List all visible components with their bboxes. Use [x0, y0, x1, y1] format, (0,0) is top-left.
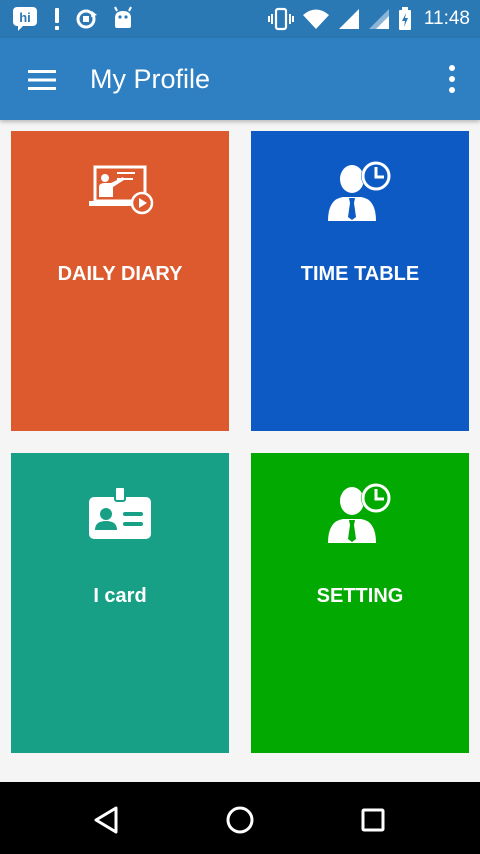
- signal-icon: [338, 9, 359, 29]
- back-icon[interactable]: [88, 802, 124, 838]
- clock: 11:48: [423, 8, 470, 29]
- app-bar: My Profile: [0, 38, 480, 120]
- hamburger-menu-icon[interactable]: [26, 66, 58, 94]
- teacher-presentation-icon: [89, 165, 154, 215]
- tile-time-table[interactable]: TIME TABLE: [251, 131, 469, 431]
- status-bar: hi 11:48: [0, 0, 480, 38]
- navigation-bar: [0, 782, 480, 854]
- android-icon: [114, 6, 132, 28]
- recents-icon[interactable]: [355, 802, 391, 838]
- wifi-icon: [302, 9, 329, 29]
- alert-icon: [55, 8, 59, 30]
- tile-setting[interactable]: SETTING: [251, 453, 469, 753]
- tile-daily-diary[interactable]: DAILY DIARY: [11, 131, 229, 431]
- person-clock-icon: [328, 161, 391, 221]
- person-clock-icon: [328, 483, 391, 543]
- signal-icon: [368, 9, 389, 29]
- battery-charging-icon: [398, 7, 411, 30]
- tile-label: DAILY DIARY: [57, 263, 183, 285]
- home-icon[interactable]: [222, 802, 258, 838]
- vibrate-icon: [267, 7, 294, 31]
- id-card-icon: [89, 486, 151, 539]
- svg-text:hi: hi: [19, 10, 31, 25]
- more-vertical-icon[interactable]: [444, 62, 460, 96]
- tile-i-card[interactable]: I card: [11, 453, 229, 753]
- tile-label: I card: [93, 585, 147, 607]
- tile-label: SETTING: [316, 585, 404, 607]
- sync-icon: [76, 9, 97, 29]
- page-title: My Profile: [90, 64, 211, 94]
- tile-label: TIME TABLE: [300, 263, 420, 285]
- hike-icon: hi: [13, 7, 37, 31]
